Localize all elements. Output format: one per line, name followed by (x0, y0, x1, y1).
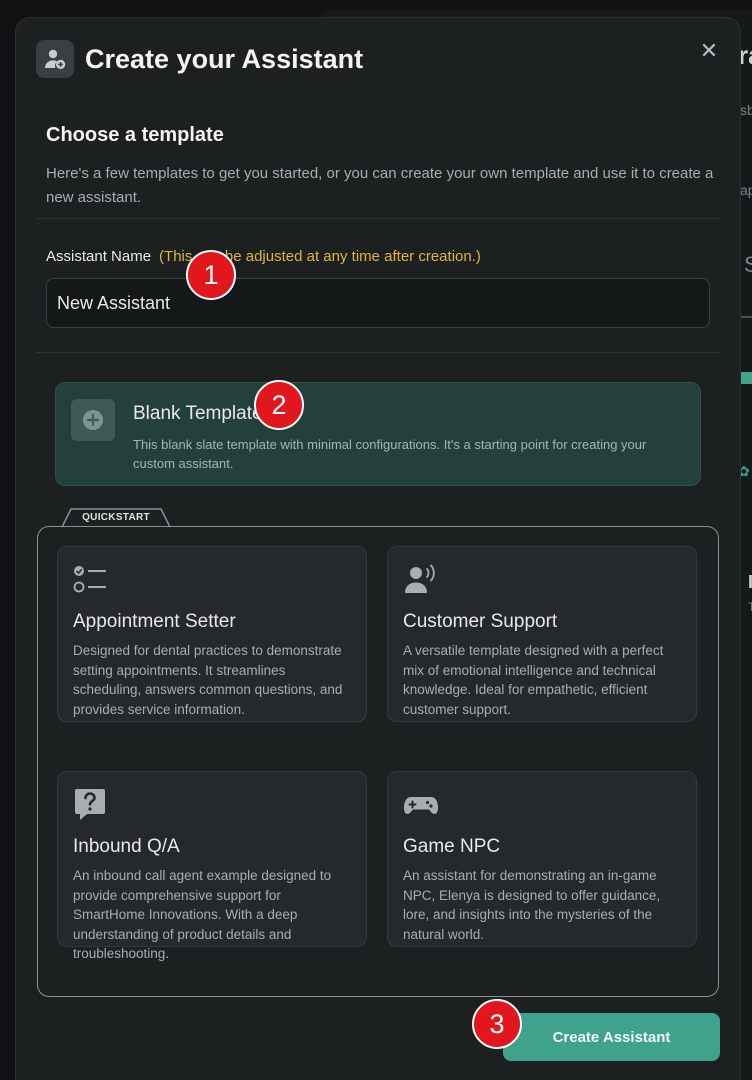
step-badge-1: 1 (186, 250, 236, 300)
speaking-person-icon (403, 563, 439, 597)
section-title: Choose a template (46, 124, 224, 146)
close-button[interactable]: ✕ (698, 38, 720, 63)
step-badge-2: 2 (254, 380, 304, 430)
step-badge-3: 3 (472, 999, 522, 1049)
background-text: T (748, 600, 752, 614)
template-description: An inbound call agent example designed t… (73, 868, 332, 961)
background-text: S (744, 252, 752, 277)
background-text: ap (740, 182, 752, 198)
template-title: Appointment Setter (73, 611, 236, 632)
template-title: Inbound Q/A (73, 836, 180, 857)
create-assistant-modal: Create your Assistant ✕ Choose a templat… (16, 18, 740, 1080)
section-description: Here's a few templates to get you starte… (46, 165, 714, 206)
background-progress (740, 372, 752, 384)
assistant-name-input[interactable] (46, 278, 710, 328)
template-description: An assistant for demonstrating an in-gam… (403, 868, 661, 942)
divider (36, 352, 720, 353)
quickstart-label: QUICKSTART (82, 512, 150, 523)
divider (36, 218, 720, 219)
template-description: A versatile template designed with a per… (403, 643, 664, 717)
background-text: sb (740, 102, 752, 118)
user-plus-icon (36, 40, 74, 78)
blank-template-title: Blank Template (133, 403, 263, 424)
background-divider (740, 316, 752, 318)
blank-template-description: This blank slate template with minimal c… (133, 437, 647, 471)
plus-circle-icon (71, 399, 115, 441)
template-title: Game NPC (403, 836, 501, 857)
template-card-game-npc[interactable]: Game NPC An assistant for demonstrating … (387, 771, 697, 947)
assistant-name-label-text: Assistant Name (46, 248, 152, 265)
checklist-icon (73, 563, 109, 597)
blank-template-card[interactable]: Blank Template This blank slate template… (55, 382, 701, 486)
background-text: ra (738, 40, 752, 70)
close-icon: ✕ (699, 38, 719, 63)
template-card-customer-support[interactable]: Customer Support A versatile template de… (387, 546, 697, 722)
gamepad-icon (403, 788, 439, 822)
template-card-inbound-qa[interactable]: Inbound Q/A An inbound call agent exampl… (57, 771, 367, 961)
background-text: I (748, 572, 752, 592)
modal-header: Create your Assistant (36, 40, 363, 78)
template-card-appointment-setter[interactable]: Appointment Setter Designed for dental p… (57, 546, 367, 722)
assistant-name-label: Assistant Name (This can be adjusted at a… (46, 248, 481, 265)
question-bubble-icon (73, 788, 109, 822)
template-description: Designed for dental practices to demonst… (73, 643, 343, 717)
modal-title: Create your Assistant (85, 43, 364, 74)
template-title: Customer Support (403, 611, 558, 632)
create-assistant-button[interactable]: Create Assistant (503, 1013, 720, 1061)
